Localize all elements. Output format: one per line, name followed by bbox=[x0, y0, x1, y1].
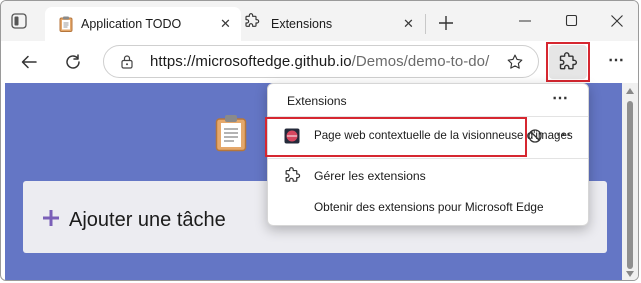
close-tab-icon[interactable]: ✕ bbox=[403, 17, 414, 31]
menu-more-icon[interactable]: ⋯ bbox=[552, 88, 569, 108]
puzzle-piece-icon bbox=[558, 52, 578, 72]
scroll-up-icon[interactable] bbox=[626, 88, 634, 94]
menu-divider bbox=[268, 158, 588, 159]
tab-actions-icon[interactable] bbox=[10, 12, 28, 30]
clipboard-icon bbox=[215, 114, 247, 152]
browser-window: Application TODO ✕ Extensions ✕ https://… bbox=[0, 0, 639, 281]
new-tab-icon[interactable] bbox=[438, 15, 454, 31]
extensions-menu: Extensions ⋯ Page web contextuelle de la… bbox=[265, 83, 589, 226]
pin-icon[interactable] bbox=[526, 127, 544, 145]
menu-item-label: Obtenir des extensions pour Microsoft Ed… bbox=[314, 200, 544, 214]
minimize-icon[interactable] bbox=[518, 14, 532, 28]
tab-title: Application TODO bbox=[81, 17, 182, 31]
close-tab-icon[interactable]: ✕ bbox=[220, 17, 231, 31]
refresh-icon[interactable] bbox=[64, 53, 82, 71]
clipboard-icon bbox=[59, 16, 73, 32]
menu-item-manage-extensions[interactable]: Gérer les extensions bbox=[270, 162, 586, 190]
url-host: https://microsoftedge.github.io bbox=[150, 53, 352, 70]
menu-item-highlight bbox=[265, 117, 527, 157]
puzzle-piece-icon bbox=[244, 13, 260, 29]
url-path: /Demos/demo-to-do/ bbox=[351, 53, 490, 70]
close-window-icon[interactable] bbox=[610, 14, 624, 28]
extensions-menu-header: Extensions bbox=[287, 94, 347, 108]
favorite-star-icon[interactable] bbox=[506, 53, 524, 71]
maximize-icon[interactable] bbox=[565, 14, 579, 28]
tab-strip: Application TODO ✕ Extensions ✕ bbox=[1, 1, 638, 41]
address-bar[interactable]: https://microsoftedge.github.io/Demos/de… bbox=[103, 45, 539, 78]
back-icon[interactable] bbox=[20, 53, 38, 71]
menu-item-get-extensions[interactable]: Obtenir des extensions pour Microsoft Ed… bbox=[270, 194, 586, 222]
add-icon bbox=[42, 209, 60, 227]
tab-application-todo[interactable]: Application TODO ✕ bbox=[45, 7, 241, 41]
item-more-icon[interactable]: ⋯ bbox=[556, 125, 572, 143]
scrollbar[interactable] bbox=[622, 83, 638, 280]
tab-title[interactable]: Extensions bbox=[271, 17, 332, 31]
scrollbar-thumb[interactable] bbox=[627, 101, 633, 269]
puzzle-piece-icon bbox=[284, 167, 301, 184]
scroll-down-icon[interactable] bbox=[626, 271, 634, 277]
menu-item-label: Gérer les extensions bbox=[314, 169, 426, 183]
settings-more-icon[interactable]: ⋯ bbox=[608, 50, 625, 70]
add-task-label: Ajouter une tâche bbox=[69, 209, 226, 231]
address-url[interactable]: https://microsoftedge.github.io/Demos/de… bbox=[150, 53, 489, 70]
tab-separator bbox=[425, 14, 426, 34]
extensions-button[interactable] bbox=[549, 45, 587, 79]
lock-icon[interactable] bbox=[120, 54, 134, 69]
